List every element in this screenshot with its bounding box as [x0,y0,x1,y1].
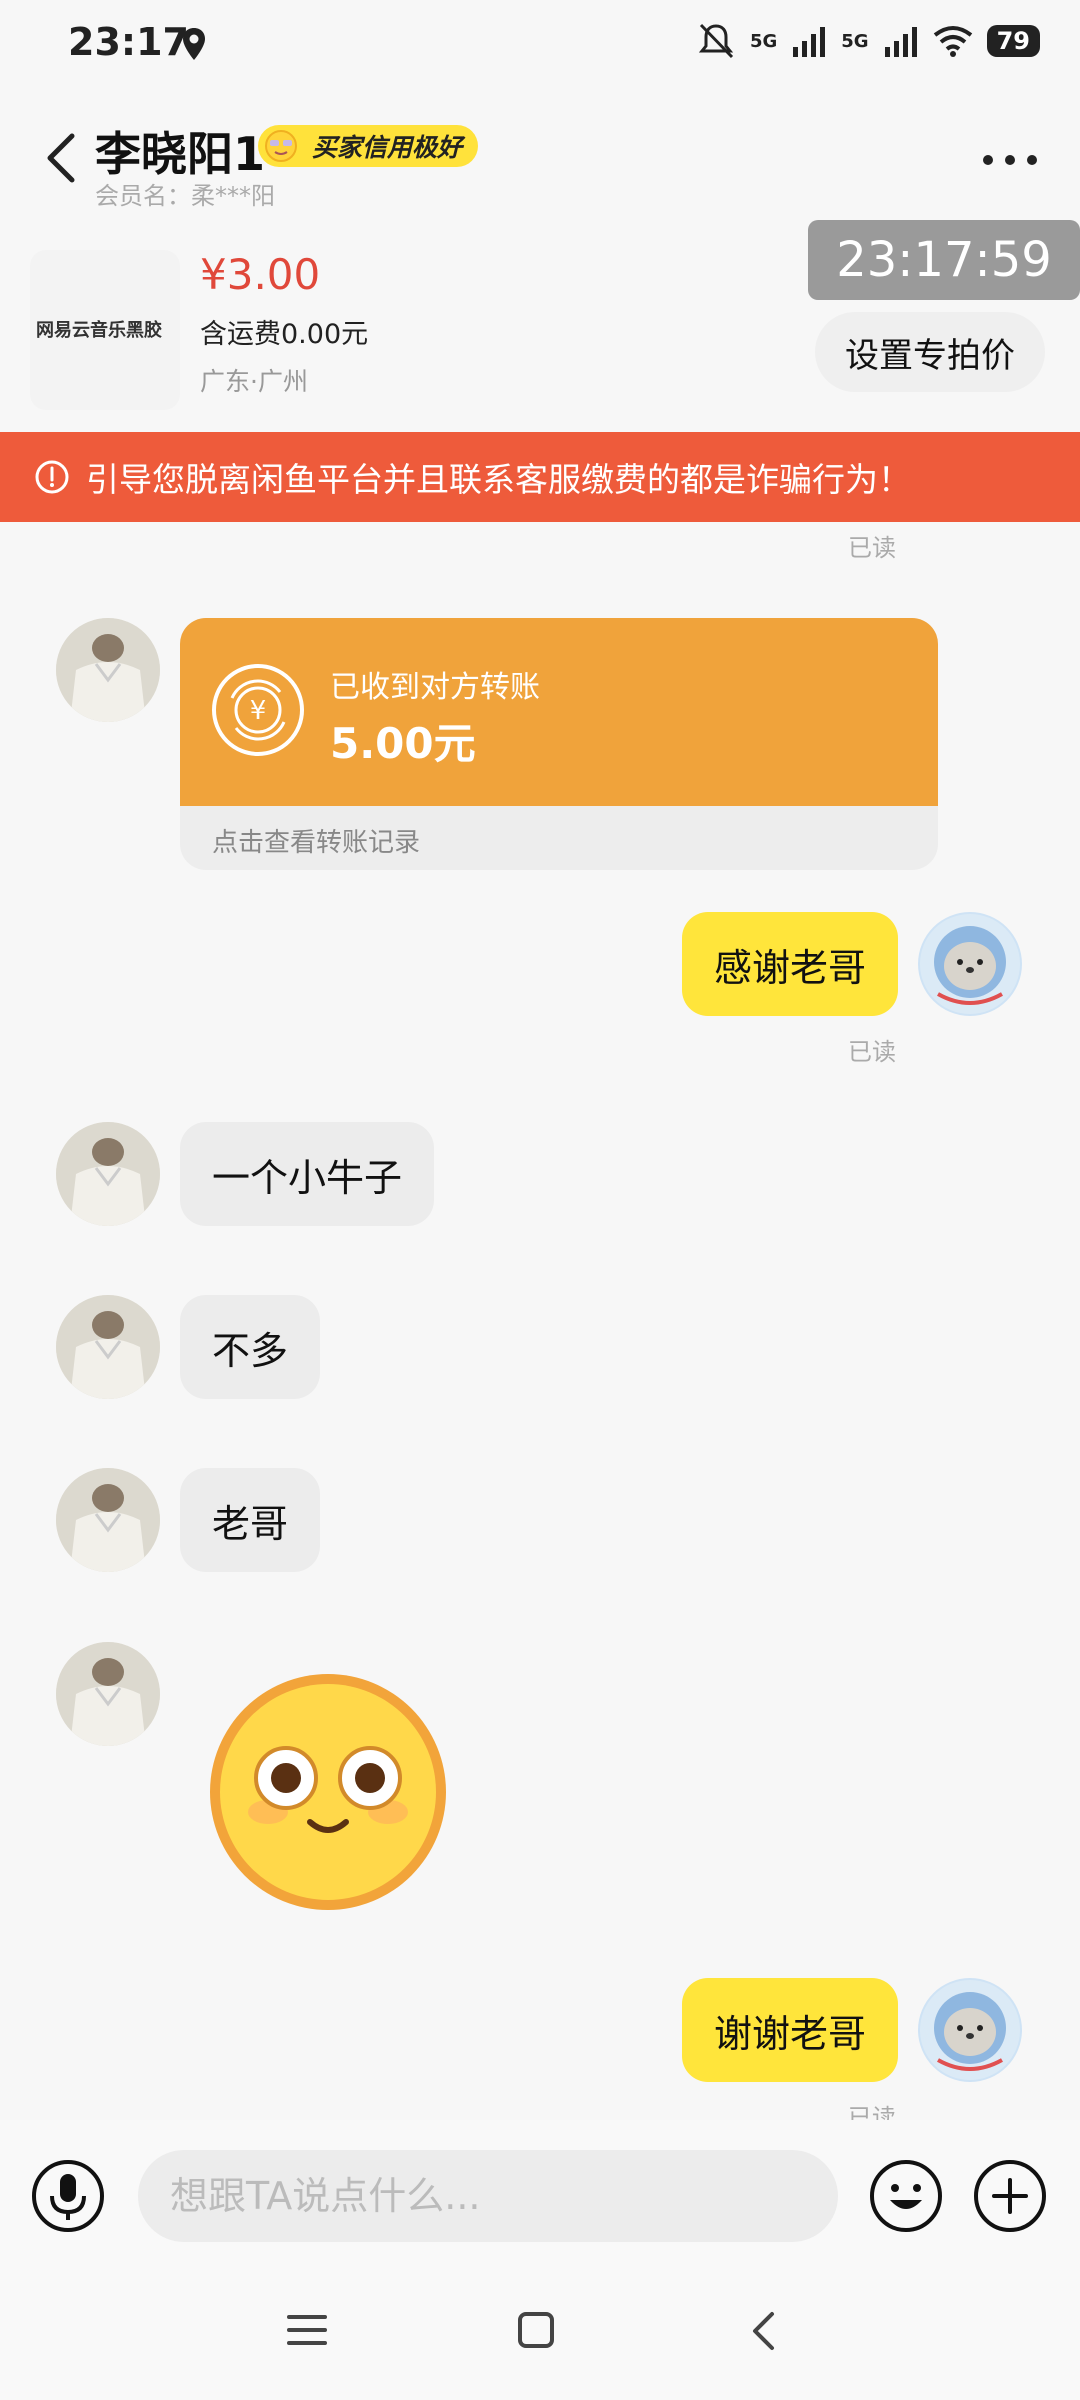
emoji-icon[interactable] [868,2158,944,2234]
fraud-warning-text: 引导您脱离闲鱼平台并且联系客服缴费的都是诈骗行为！ [86,460,911,499]
person-photo-icon [56,1122,160,1226]
member-name: 会员名：柔***阳 [95,182,275,210]
transfer-card-top: ¥ 已收到对方转账 5.00元 [180,618,938,806]
signal-icon [793,27,826,57]
battery-indicator: 79 [986,25,1040,57]
sunglasses-face-icon [265,130,297,162]
contact-avatar[interactable] [56,618,160,722]
microphone-icon[interactable] [30,2158,106,2234]
more-options-icon[interactable] [980,150,1040,170]
clock-overlay: 23:17:59 [808,220,1080,300]
chat-title: 李晓阳1 [95,127,266,181]
status-bar: 23:17 5G 5G 79 [0,0,1080,90]
svg-text:¥: ¥ [250,696,267,726]
message-bubble-sent[interactable]: 谢谢老哥 [681,1978,898,2082]
signal-2-icon [884,27,917,57]
product-thumbnail-text: 网易云音乐黑胶 [36,320,162,341]
product-thumbnail[interactable]: 网易云音乐黑胶 [30,250,180,410]
seal-astronaut-icon [920,914,1020,1014]
transfer-record-link[interactable]: 点击查看转账记录 [212,822,420,859]
transfer-label: 已收到对方转账 [330,670,540,705]
seal-astronaut-icon [920,1980,1020,2080]
read-receipt: 已读 [848,534,896,562]
contact-avatar[interactable] [56,1642,160,1746]
product-location: 广东·广州 [200,367,308,396]
person-photo-icon [56,1642,160,1746]
person-photo-icon [56,1468,160,1572]
message-input[interactable] [138,2150,838,2242]
back-arrow-icon[interactable] [40,128,84,188]
menu-icon[interactable] [286,2312,328,2348]
mute-bell-icon [698,23,734,59]
credit-badge-label: 买家信用极好 [312,133,463,162]
contact-avatar[interactable] [56,1122,160,1226]
contact-avatar[interactable] [56,1295,160,1399]
message-bubble-received[interactable]: 不多 [180,1295,321,1399]
back-nav-icon[interactable] [750,2310,776,2352]
person-photo-icon [56,618,160,722]
message-bubble-received[interactable]: 老哥 [180,1468,321,1572]
location-pin-icon [183,28,205,60]
alert-icon [35,460,69,494]
wifi-icon [933,26,972,57]
my-avatar[interactable] [918,1978,1022,2082]
yuan-transfer-icon: ¥ [212,664,304,756]
fraud-warning-banner: 引导您脱离闲鱼平台并且联系客服缴费的都是诈骗行为！ [0,432,1080,522]
my-avatar[interactable] [918,912,1022,1016]
shipping-fee: 含运费0.00元 [200,319,369,350]
product-price: ¥3.00 [200,250,321,299]
contact-avatar[interactable] [56,1468,160,1572]
message-bubble-received[interactable]: 一个小牛子 [180,1122,435,1226]
credit-badge: 买家信用极好 [258,125,479,167]
status-time: 23:17 [68,20,189,64]
network-1-label: 5G [749,30,778,52]
read-receipt: 已读 [848,1038,896,1066]
person-photo-icon [56,1295,160,1399]
message-bubble-sent[interactable]: 感谢老哥 [681,912,898,1016]
transfer-amount: 5.00元 [330,719,476,768]
status-icons: 5G 5G 79 [696,22,1040,60]
network-2-label: 5G [841,30,869,52]
shy-face-emoji-icon[interactable] [206,1670,450,1914]
set-special-price-button[interactable]: 设置专拍价 [815,312,1045,392]
add-attachment-icon[interactable] [972,2158,1048,2234]
home-icon[interactable] [516,2310,556,2350]
transfer-card[interactable]: ¥ 已收到对方转账 5.00元 点击查看转账记录 [180,618,938,870]
